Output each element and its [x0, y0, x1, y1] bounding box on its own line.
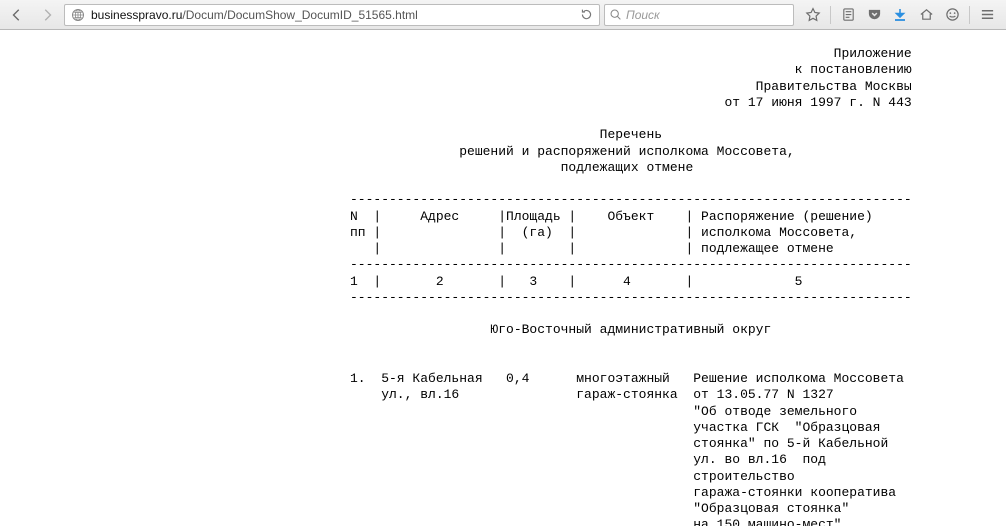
forward-button[interactable] — [34, 4, 60, 26]
search-input[interactable] — [626, 8, 789, 22]
pocket-icon[interactable] — [865, 6, 883, 24]
browser-toolbar: businesspravo.ru/Docum/DocumShow_DocumID… — [0, 0, 1006, 30]
smiley-icon[interactable] — [943, 6, 961, 24]
separator — [830, 6, 831, 24]
arrow-left-icon — [10, 8, 24, 22]
document-body: Приложение к постановлению Правительства… — [0, 30, 1006, 526]
url-bar[interactable]: businesspravo.ru/Docum/DocumShow_DocumID… — [64, 4, 600, 26]
menu-icon[interactable] — [978, 6, 996, 24]
page-content: Приложение к постановлению Правительства… — [0, 30, 1006, 526]
reload-icon — [580, 8, 593, 21]
star-icon[interactable] — [804, 6, 822, 24]
url-text: businesspravo.ru/Docum/DocumShow_DocumID… — [91, 8, 573, 22]
arrow-right-icon — [40, 8, 54, 22]
download-icon[interactable] — [891, 6, 909, 24]
reload-button[interactable] — [577, 6, 595, 24]
search-bar[interactable] — [604, 4, 794, 26]
reader-icon[interactable] — [839, 6, 857, 24]
toolbar-icons — [798, 6, 1002, 24]
search-icon — [609, 8, 622, 21]
separator — [969, 6, 970, 24]
back-button[interactable] — [4, 4, 30, 26]
globe-icon — [69, 6, 87, 24]
home-icon[interactable] — [917, 6, 935, 24]
